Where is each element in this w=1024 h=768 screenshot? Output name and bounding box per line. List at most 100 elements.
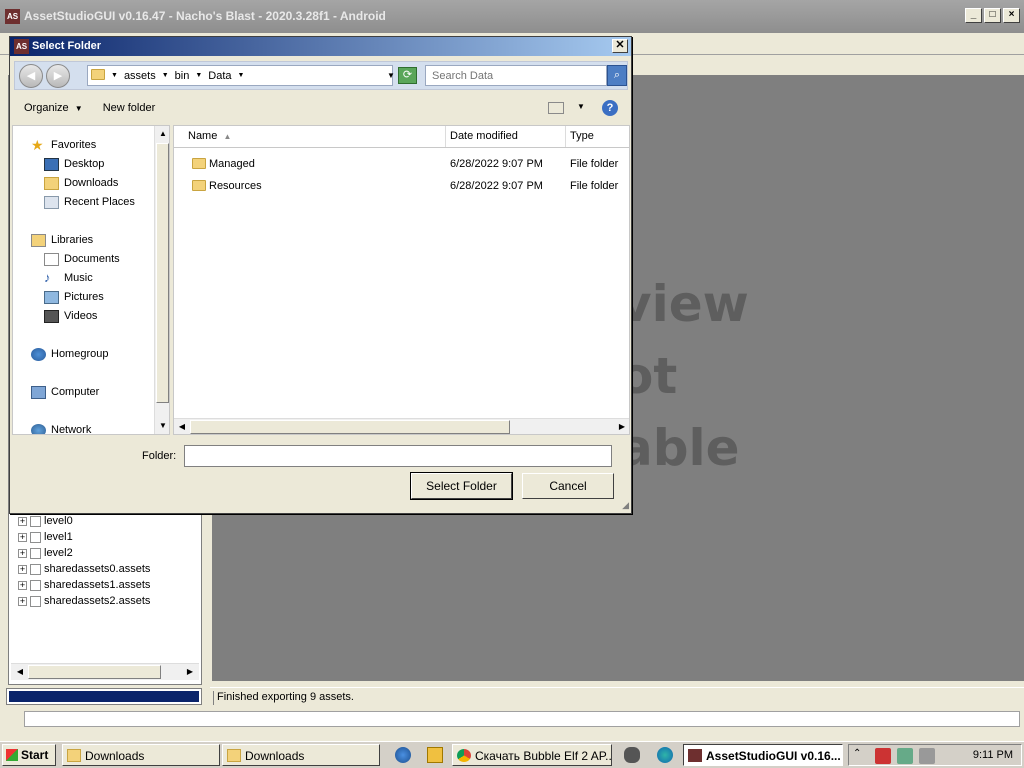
nav-item-label: Homegroup xyxy=(51,348,109,360)
videos-icon xyxy=(44,309,59,323)
raccoon-app-icon[interactable] xyxy=(624,747,640,763)
tree-item[interactable]: + sharedassets0.assets xyxy=(9,561,201,577)
scroll-right-icon[interactable]: ▶ xyxy=(614,420,629,434)
refresh-button[interactable]: ⟳ xyxy=(398,67,417,84)
file-list-horizontal-scrollbar[interactable]: ◀ ▶ xyxy=(174,418,629,434)
expand-icon[interactable]: + xyxy=(18,580,27,590)
taskbar-item-chrome[interactable]: Скачать Bubble Elf 2 AP... xyxy=(452,744,612,766)
edge-icon[interactable] xyxy=(657,747,673,763)
expand-icon[interactable]: + xyxy=(18,548,27,558)
breadcrumb-item-data[interactable]: Data xyxy=(205,70,234,82)
nav-item-network[interactable]: Network xyxy=(31,421,92,435)
table-row[interactable]: Resources 6/28/2022 9:07 PM File folder xyxy=(174,176,629,198)
chrome-icon xyxy=(457,749,471,762)
view-options-icon[interactable] xyxy=(548,102,564,114)
chevron-down-icon[interactable]: ▼ xyxy=(192,72,205,79)
chevron-down-icon[interactable]: ▼ xyxy=(108,72,121,79)
chevron-down-icon[interactable]: ▼ xyxy=(577,102,585,111)
ie-icon[interactable] xyxy=(395,747,411,763)
breadcrumb[interactable]: ▼ assets ▼ bin ▼ Data ▼ xyxy=(87,65,393,86)
resize-grip-icon[interactable]: ◢ xyxy=(622,500,629,511)
expand-icon[interactable]: + xyxy=(18,532,27,542)
scroll-left-icon[interactable]: ◀ xyxy=(12,665,28,679)
media-player-icon[interactable] xyxy=(427,747,443,763)
maximize-button[interactable]: □ xyxy=(984,8,1001,23)
folder-input[interactable] xyxy=(184,445,612,467)
nav-item-favorites[interactable]: ★ Favorites xyxy=(31,136,96,154)
taskbar-item-assetstudio[interactable]: AssetStudioGUI v0.16... xyxy=(683,744,843,766)
column-header-date[interactable]: Date modified xyxy=(446,126,566,147)
search-input[interactable] xyxy=(425,65,607,86)
tree-checkbox[interactable] xyxy=(30,547,41,559)
dialog-app-icon: AS xyxy=(14,39,29,54)
nav-item-videos[interactable]: Videos xyxy=(44,307,97,325)
scroll-thumb[interactable] xyxy=(28,665,161,679)
nav-item-recent-places[interactable]: Recent Places xyxy=(44,193,135,211)
tree-item[interactable]: + sharedassets2.assets xyxy=(9,593,201,609)
close-button[interactable]: × xyxy=(1003,8,1020,23)
nav-item-pictures[interactable]: Pictures xyxy=(44,288,104,306)
nav-item-music[interactable]: ♪ Music xyxy=(44,269,93,287)
column-header-label: Name xyxy=(188,130,218,142)
tree-item[interactable]: + level2 xyxy=(9,545,201,561)
cancel-button[interactable]: Cancel xyxy=(522,473,614,499)
scroll-right-icon[interactable]: ▶ xyxy=(182,665,198,679)
nav-item-label: Desktop xyxy=(64,158,105,170)
expand-icon[interactable]: + xyxy=(18,596,27,606)
scroll-left-icon[interactable]: ◀ xyxy=(174,420,190,434)
nav-item-desktop[interactable]: Desktop xyxy=(44,155,104,173)
address-history-dropdown[interactable]: ▼ xyxy=(387,71,395,80)
tree-item[interactable]: + sharedassets1.assets xyxy=(9,577,201,593)
network-tray-icon[interactable] xyxy=(897,748,913,764)
organize-button[interactable]: Organize ▼ xyxy=(14,102,93,114)
start-button[interactable]: Start xyxy=(2,744,56,766)
tree-checkbox[interactable] xyxy=(30,595,41,607)
back-button[interactable]: ◀ xyxy=(19,64,43,88)
nav-item-homegroup[interactable]: Homegroup xyxy=(31,345,108,363)
clock[interactable]: 9:11 PM xyxy=(973,749,1013,761)
tree-checkbox[interactable] xyxy=(30,563,41,575)
minimize-button[interactable]: _ xyxy=(965,8,982,23)
help-icon[interactable]: ? xyxy=(602,100,618,116)
breadcrumb-item-bin[interactable]: bin xyxy=(172,70,193,82)
breadcrumb-item-assets[interactable]: assets xyxy=(121,70,159,82)
taskbar-item-downloads-2[interactable]: Downloads xyxy=(222,744,380,766)
action-center-icon[interactable] xyxy=(875,748,891,764)
new-folder-button[interactable]: New folder xyxy=(93,102,166,114)
computer-icon xyxy=(31,385,46,399)
file-date: 6/28/2022 9:07 PM xyxy=(450,180,543,192)
tree-checkbox[interactable] xyxy=(30,531,41,543)
scroll-thumb[interactable] xyxy=(156,143,169,403)
status-text: Finished exporting 9 assets. xyxy=(213,691,1021,705)
expand-icon[interactable]: + xyxy=(18,516,27,526)
nav-item-libraries[interactable]: Libraries xyxy=(31,231,93,249)
scroll-thumb[interactable] xyxy=(190,420,510,434)
search-icon[interactable]: ⌕ xyxy=(607,65,627,86)
dialog-title-bar: AS Select Folder ✕ xyxy=(10,37,631,56)
scroll-up-icon[interactable]: ▲ xyxy=(155,127,169,141)
table-row[interactable]: Managed 6/28/2022 9:07 PM File folder xyxy=(174,154,629,176)
tree-item[interactable]: + level0 xyxy=(9,513,201,529)
scroll-down-icon[interactable]: ▼ xyxy=(155,419,169,433)
volume-muted-icon[interactable] xyxy=(919,748,935,764)
chevron-down-icon[interactable]: ▼ xyxy=(235,72,248,79)
tree-checkbox[interactable] xyxy=(30,579,41,591)
chevron-down-icon[interactable]: ▼ xyxy=(159,72,172,79)
select-folder-button[interactable]: Select Folder xyxy=(410,472,513,500)
nav-item-computer[interactable]: Computer xyxy=(31,383,99,401)
tree-horizontal-scrollbar[interactable]: ◀ ▶ xyxy=(11,663,199,680)
tree-item[interactable]: + level1 xyxy=(9,529,201,545)
dialog-close-button[interactable]: ✕ xyxy=(612,39,628,53)
forward-button[interactable]: ▶ xyxy=(46,64,70,88)
expand-icon[interactable]: + xyxy=(18,564,27,574)
address-bar-row: ◀ ▶ ▼ assets ▼ bin ▼ Data ▼ ▼ ⟳ ⌕ xyxy=(14,61,628,90)
nav-item-downloads[interactable]: Downloads xyxy=(44,174,118,192)
nav-item-documents[interactable]: Documents xyxy=(44,250,120,268)
tray-expand-icon[interactable]: ⌃ xyxy=(853,748,869,764)
column-header-name[interactable]: Name ▲ xyxy=(174,126,446,147)
nav-vertical-scrollbar[interactable]: ▲ ▼ xyxy=(154,126,169,434)
tree-checkbox[interactable] xyxy=(30,515,41,527)
taskbar-item-downloads-1[interactable]: Downloads xyxy=(62,744,220,766)
column-header-type[interactable]: Type xyxy=(566,126,629,147)
nav-item-label: Network xyxy=(51,424,92,435)
